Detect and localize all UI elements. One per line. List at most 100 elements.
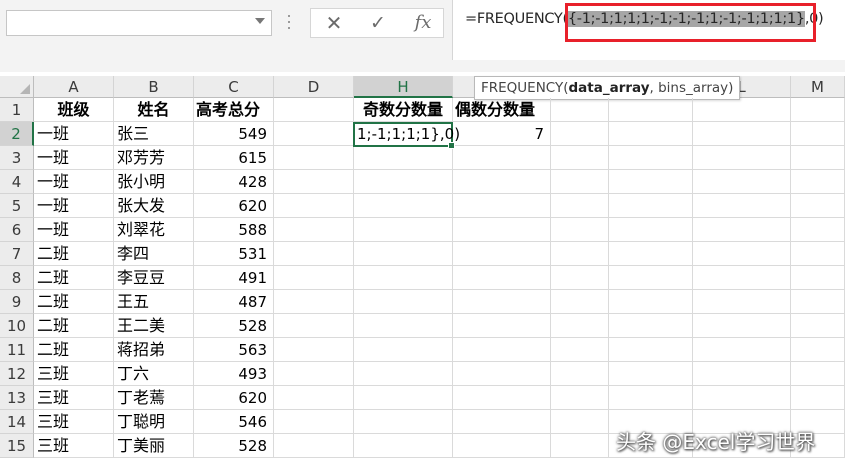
- col-header-c[interactable]: C: [194, 76, 274, 98]
- cell-a14[interactable]: 三班: [34, 410, 114, 434]
- cell-h12[interactable]: [354, 362, 453, 386]
- cell-b10[interactable]: 王二美: [114, 314, 194, 338]
- cell-j9[interactable]: [551, 290, 609, 314]
- cell-d5[interactable]: [274, 194, 354, 218]
- cell-l2[interactable]: [693, 122, 791, 146]
- cell-c3[interactable]: 615: [194, 146, 274, 170]
- cell-d12[interactable]: [274, 362, 354, 386]
- tooltip-arg-data-array[interactable]: data_array: [569, 80, 650, 96]
- cell-m8[interactable]: [791, 266, 845, 290]
- cell-j11[interactable]: [551, 338, 609, 362]
- cell-l4[interactable]: [693, 170, 791, 194]
- cell-d7[interactable]: [274, 242, 354, 266]
- col-header-m[interactable]: M: [791, 76, 845, 98]
- cell-h1[interactable]: 奇数分数量: [354, 98, 453, 122]
- cell-i7[interactable]: [453, 242, 551, 266]
- cell-c2[interactable]: 549: [194, 122, 274, 146]
- cell-h4[interactable]: [354, 170, 453, 194]
- cell-l13[interactable]: [693, 386, 791, 410]
- cell-a15[interactable]: 三班: [34, 434, 114, 458]
- cell-k12[interactable]: [609, 362, 693, 386]
- cell-k6[interactable]: [609, 218, 693, 242]
- cell-m10[interactable]: [791, 314, 845, 338]
- cell-d15[interactable]: [274, 434, 354, 458]
- cell-j10[interactable]: [551, 314, 609, 338]
- row-header-5[interactable]: 5: [0, 194, 34, 218]
- cell-j15[interactable]: [551, 434, 609, 458]
- cell-b15[interactable]: 丁美丽: [114, 434, 194, 458]
- row-header-14[interactable]: 14: [0, 410, 34, 434]
- cell-d14[interactable]: [274, 410, 354, 434]
- cell-m2[interactable]: [791, 122, 845, 146]
- cell-i12[interactable]: [453, 362, 551, 386]
- cell-c15[interactable]: 528: [194, 434, 274, 458]
- cell-h7[interactable]: [354, 242, 453, 266]
- cell-d1[interactable]: [274, 98, 354, 122]
- cell-a1[interactable]: 班级: [34, 98, 114, 122]
- cell-i9[interactable]: [453, 290, 551, 314]
- cell-a2[interactable]: 一班: [34, 122, 114, 146]
- cell-h13[interactable]: [354, 386, 453, 410]
- cell-b12[interactable]: 丁六: [114, 362, 194, 386]
- cell-a9[interactable]: 二班: [34, 290, 114, 314]
- cell-k11[interactable]: [609, 338, 693, 362]
- cell-c7[interactable]: 531: [194, 242, 274, 266]
- cell-l7[interactable]: [693, 242, 791, 266]
- cell-j6[interactable]: [551, 218, 609, 242]
- row-header-11[interactable]: 11: [0, 338, 34, 362]
- cell-m13[interactable]: [791, 386, 845, 410]
- cell-i11[interactable]: [453, 338, 551, 362]
- cell-c13[interactable]: 620: [194, 386, 274, 410]
- cell-j2[interactable]: [551, 122, 609, 146]
- cell-m3[interactable]: [791, 146, 845, 170]
- cell-i8[interactable]: [453, 266, 551, 290]
- cell-c4[interactable]: 428: [194, 170, 274, 194]
- cell-j7[interactable]: [551, 242, 609, 266]
- cell-l1[interactable]: [693, 98, 791, 122]
- cell-b3[interactable]: 邓芳芳: [114, 146, 194, 170]
- cell-i2[interactable]: 7: [453, 122, 551, 146]
- cell-m6[interactable]: [791, 218, 845, 242]
- cell-a13[interactable]: 三班: [34, 386, 114, 410]
- cell-l3[interactable]: [693, 146, 791, 170]
- cell-i4[interactable]: [453, 170, 551, 194]
- cell-i3[interactable]: [453, 146, 551, 170]
- cell-j5[interactable]: [551, 194, 609, 218]
- cell-d4[interactable]: [274, 170, 354, 194]
- cell-i13[interactable]: [453, 386, 551, 410]
- cell-d6[interactable]: [274, 218, 354, 242]
- row-header-6[interactable]: 6: [0, 218, 34, 242]
- cell-l5[interactable]: [693, 194, 791, 218]
- cell-j1[interactable]: [551, 98, 609, 122]
- cell-a8[interactable]: 二班: [34, 266, 114, 290]
- cancel-icon[interactable]: ✕: [319, 9, 349, 37]
- cell-h6[interactable]: [354, 218, 453, 242]
- cell-d8[interactable]: [274, 266, 354, 290]
- cell-b8[interactable]: 李豆豆: [114, 266, 194, 290]
- cell-b9[interactable]: 王五: [114, 290, 194, 314]
- cell-k13[interactable]: [609, 386, 693, 410]
- cell-m9[interactable]: [791, 290, 845, 314]
- cell-h8[interactable]: [354, 266, 453, 290]
- name-box[interactable]: [6, 10, 272, 36]
- cell-j12[interactable]: [551, 362, 609, 386]
- cell-b4[interactable]: 张小明: [114, 170, 194, 194]
- cell-l8[interactable]: [693, 266, 791, 290]
- cell-a5[interactable]: 一班: [34, 194, 114, 218]
- cell-j13[interactable]: [551, 386, 609, 410]
- cell-j8[interactable]: [551, 266, 609, 290]
- cell-h15[interactable]: [354, 434, 453, 458]
- cell-l11[interactable]: [693, 338, 791, 362]
- insert-function-icon[interactable]: fx: [407, 9, 439, 37]
- cell-b5[interactable]: 张大发: [114, 194, 194, 218]
- cell-b1[interactable]: 姓名: [114, 98, 194, 122]
- cell-a10[interactable]: 二班: [34, 314, 114, 338]
- name-box-dropdown-icon[interactable]: [255, 18, 265, 24]
- cell-j3[interactable]: [551, 146, 609, 170]
- cell-k10[interactable]: [609, 314, 693, 338]
- row-header-2[interactable]: 2: [0, 122, 34, 146]
- cell-k3[interactable]: [609, 146, 693, 170]
- cell-k4[interactable]: [609, 170, 693, 194]
- cell-c10[interactable]: 528: [194, 314, 274, 338]
- row-header-7[interactable]: 7: [0, 242, 34, 266]
